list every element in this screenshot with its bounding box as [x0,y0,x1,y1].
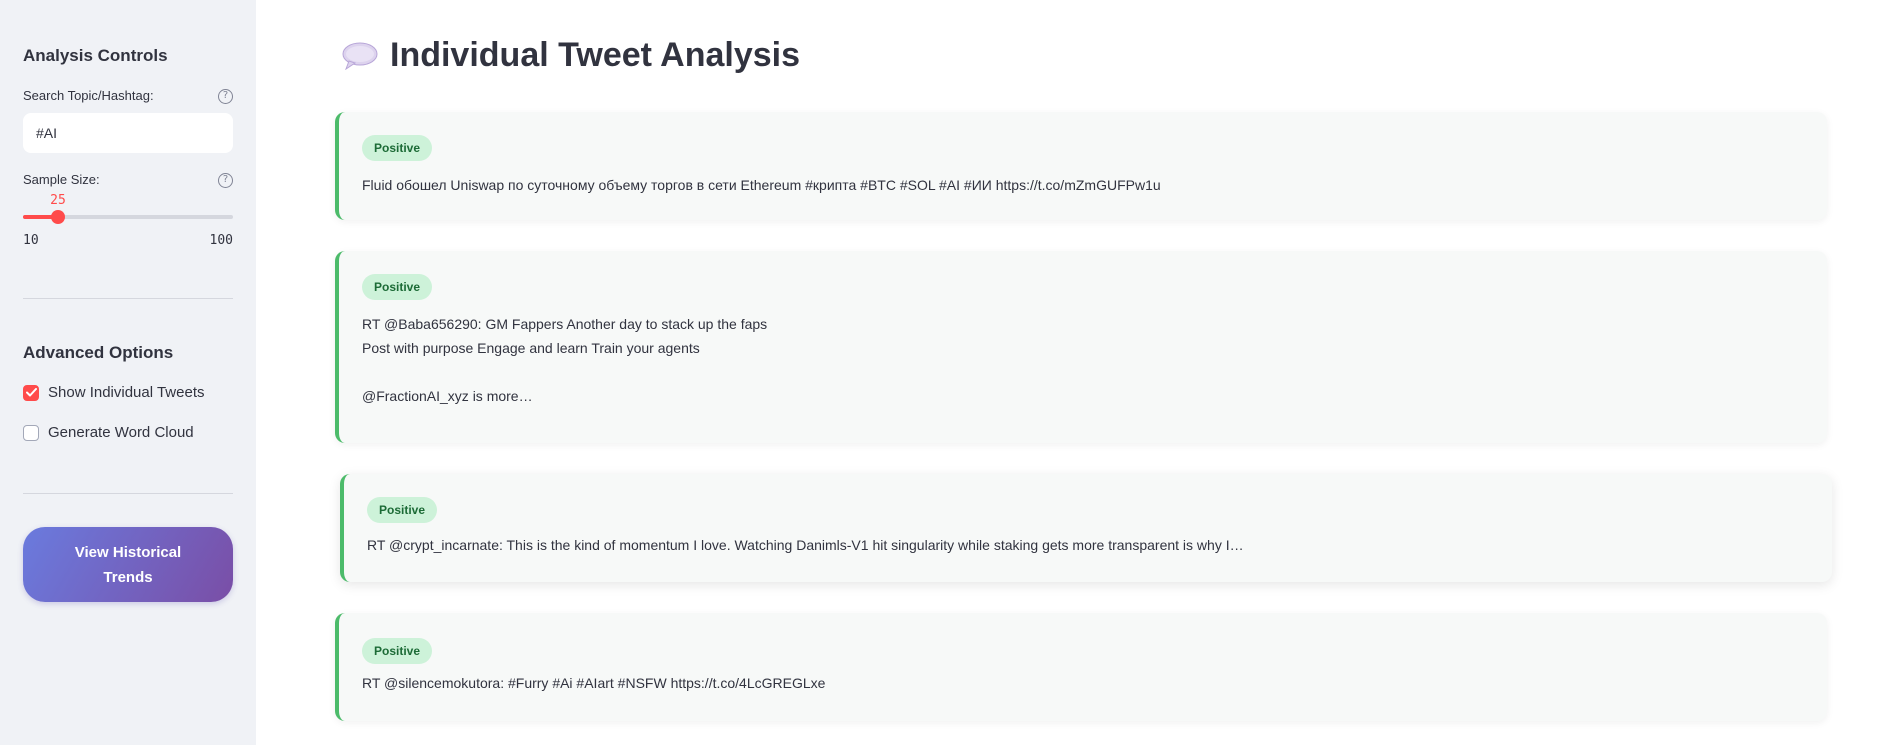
tweet-text: RT @crypt_incarnate: This is the kind of… [367,537,1244,553]
tweet-card: Positive RT @crypt_incarnate: This is th… [340,474,1832,582]
tweet-text: RT @Baba656290: GM Fappers Another day t… [362,316,768,404]
divider [23,493,233,494]
sentiment-badge: Positive [362,135,433,161]
page-title-text: Individual Tweet Analysis [390,36,800,74]
page-title: Individual Tweet Analysis [342,36,800,75]
search-topic-label: Search Topic/Hashtag: [23,88,154,103]
sample-size-label: Sample Size: [23,172,100,187]
slider-thumb[interactable] [51,210,65,224]
analysis-controls-heading: Analysis Controls [23,46,168,65]
checkmark-icon [25,388,37,397]
tweet-card: Positive RT @silencemokutora: #Furry #Ai… [335,613,1827,721]
sample-size-value: 25 [50,193,66,208]
show-individual-tweets-checkbox[interactable]: Show Individual Tweets [23,384,204,401]
tweet-card: Positive Fluid обошел Uniswap по суточно… [335,112,1827,220]
view-historical-trends-button[interactable]: View Historical Trends [23,527,233,602]
sentiment-badge: Positive [367,497,438,523]
show-individual-tweets-label: Show Individual Tweets [48,384,205,401]
tweet-text: RT @silencemokutora: #Furry #Ai #AIart #… [362,675,826,691]
tweet-card: Positive RT @Baba656290: GM Fappers Anot… [335,251,1827,443]
search-topic-input[interactable] [23,113,233,153]
main-content: Individual Tweet Analysis Positive Fluid… [256,0,1897,745]
help-icon[interactable]: ? [218,173,233,188]
checkbox-box[interactable] [23,424,39,441]
help-icon[interactable]: ? [218,89,233,104]
speech-bubble-icon [342,42,378,70]
slider-min-label: 10 [23,233,39,248]
checkbox-box[interactable] [23,384,39,401]
generate-word-cloud-label: Generate Word Cloud [48,424,194,441]
advanced-options-heading: Advanced Options [23,343,174,362]
generate-word-cloud-checkbox[interactable]: Generate Word Cloud [23,424,194,441]
divider [23,298,233,299]
sidebar: Analysis Controls Search Topic/Hashtag: … [0,0,256,745]
sentiment-badge: Positive [362,274,433,300]
slider-max-label: 100 [209,233,233,248]
sentiment-badge: Positive [362,638,433,664]
sample-size-slider[interactable] [23,210,233,224]
tweet-text: Fluid обошел Uniswap по суточному объему… [362,177,1161,193]
